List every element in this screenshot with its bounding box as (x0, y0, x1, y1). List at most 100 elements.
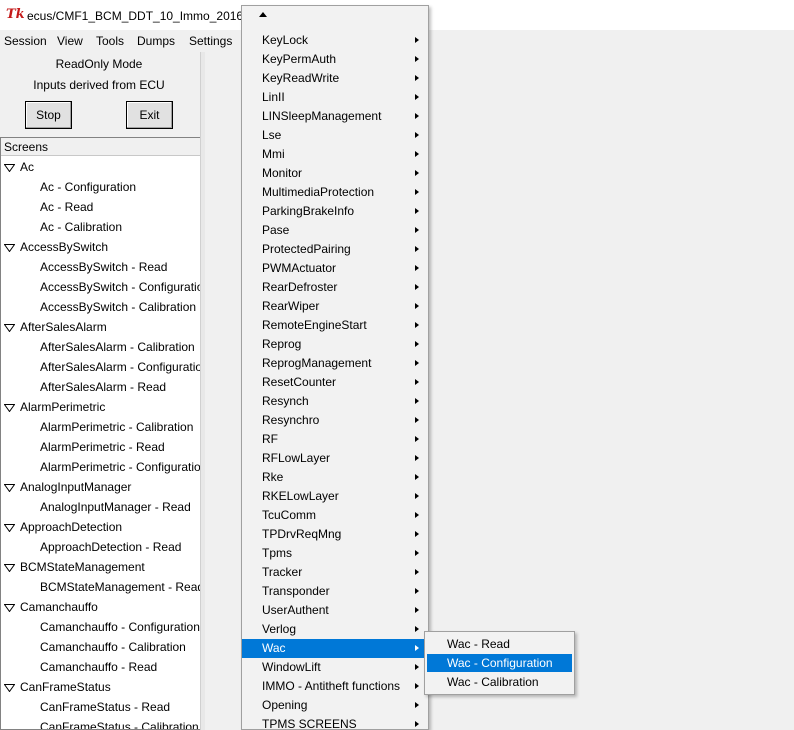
menu-dumps[interactable]: Dumps (137, 34, 175, 48)
menu-item-label: UserAuthent (262, 603, 329, 617)
scroll-up-icon[interactable] (259, 12, 267, 17)
menu-item[interactable]: Resynch (242, 392, 428, 411)
tree-item[interactable]: ApproachDetection - Read (40, 537, 181, 557)
tree-group-label: AlarmPerimetric (20, 400, 106, 414)
tree-group[interactable]: CanFrameStatus (1, 677, 200, 697)
screens-tree[interactable]: Screens Ac Ac - Configuration Ac - Read Ac … (0, 137, 201, 730)
tree-item[interactable]: AfterSalesAlarm - Calibration (40, 337, 195, 357)
tree-group[interactable]: BCMStateManagement (1, 557, 200, 577)
tree-item[interactable]: AfterSalesAlarm - Configuratio (40, 357, 200, 377)
tree-item[interactable]: AlarmPerimetric - Configuratio (40, 457, 200, 477)
menu-item[interactable]: KeyLock (242, 31, 428, 50)
menu-item-label: Wac (262, 641, 286, 655)
menu-item[interactable]: PWMActuator (242, 259, 428, 278)
menu-item[interactable]: Mmi (242, 145, 428, 164)
menu-item[interactable]: RearWiper (242, 297, 428, 316)
menu-item[interactable]: Rke (242, 468, 428, 487)
menu-item[interactable]: WindowLift (242, 658, 428, 677)
tree-item[interactable]: BCMStateManagement - Read (40, 577, 200, 597)
submenu-item[interactable]: Wac - Read (427, 635, 572, 653)
menu-item[interactable]: MultimediaProtection (242, 183, 428, 202)
expand-triangle-icon[interactable] (4, 684, 15, 692)
tree-group[interactable]: AfterSalesAlarm (1, 317, 200, 337)
submenu-arrow-icon (415, 398, 419, 404)
menu-item[interactable]: ReprogManagement (242, 354, 428, 373)
menu-item[interactable]: LINSleepManagement (242, 107, 428, 126)
expand-triangle-icon[interactable] (4, 524, 15, 532)
menu-item[interactable]: ParkingBrakeInfo (242, 202, 428, 221)
expand-triangle-icon[interactable] (4, 404, 15, 412)
expand-triangle-icon[interactable] (4, 484, 15, 492)
menu-item[interactable]: ProtectedPairing (242, 240, 428, 259)
tree-item[interactable]: CanFrameStatus - Calibration (40, 717, 199, 729)
tree-item[interactable]: AnalogInputManager - Read (40, 497, 191, 517)
tree-group[interactable]: Camanchauffo (1, 597, 200, 617)
menu-item[interactable]: TPDrvReqMng (242, 525, 428, 544)
menu-item[interactable]: Monitor (242, 164, 428, 183)
tree-item[interactable]: AccessBySwitch - Configuratio (40, 277, 200, 297)
menu-item-label: MultimediaProtection (262, 185, 375, 199)
tree-item[interactable]: Camanchauffo - Configuration (40, 617, 200, 637)
tree-group-label: BCMStateManagement (20, 560, 145, 574)
menu-item[interactable]: IMMO - Antitheft functions (242, 677, 428, 696)
menu-item[interactable]: Lse (242, 126, 428, 145)
menu-item[interactable]: KeyReadWrite (242, 69, 428, 88)
menu-tools[interactable]: Tools (96, 34, 124, 48)
menu-settings[interactable]: Settings (189, 34, 232, 48)
tree-item[interactable]: AlarmPerimetric - Calibration (40, 417, 193, 437)
menu-item[interactable]: ResetCounter (242, 373, 428, 392)
tree-item[interactable]: Ac - Configuration (40, 177, 136, 197)
menu-item-label: Lse (262, 128, 282, 142)
expand-triangle-icon[interactable] (4, 564, 15, 572)
tree-item[interactable]: Camanchauffo - Read (40, 657, 157, 677)
tree-item[interactable]: AlarmPerimetric - Read (40, 437, 165, 457)
tree-item[interactable]: AfterSalesAlarm - Read (40, 377, 166, 397)
tree-group[interactable]: ApproachDetection (1, 517, 200, 537)
menu-item[interactable]: Wac (242, 639, 428, 658)
menu-item[interactable]: Transponder (242, 582, 428, 601)
tree-item[interactable]: Ac - Calibration (40, 217, 122, 237)
menu-item[interactable]: RFLowLayer (242, 449, 428, 468)
menu-item[interactable]: RemoteEngineStart (242, 316, 428, 335)
menu-item[interactable]: Resynchro (242, 411, 428, 430)
menu-item-label: Tracker (262, 565, 303, 579)
tree-item[interactable]: AccessBySwitch - Read (40, 257, 167, 277)
submenu-arrow-icon (415, 341, 419, 347)
menu-item[interactable]: Tracker (242, 563, 428, 582)
menu-item-label: LinII (262, 90, 285, 104)
submenu-arrow-icon (415, 531, 419, 537)
tree-group-label: CanFrameStatus (20, 680, 111, 694)
menu-item[interactable]: Tpms (242, 544, 428, 563)
tree-item[interactable]: Ac - Read (40, 197, 93, 217)
menu-item[interactable]: RearDefroster (242, 278, 428, 297)
tree-group[interactable]: AccessBySwitch (1, 237, 200, 257)
menu-item[interactable]: Pase (242, 221, 428, 240)
submenu-arrow-icon (415, 75, 419, 81)
expand-triangle-icon[interactable] (4, 324, 15, 332)
submenu-item[interactable]: Wac - Configuration (427, 654, 572, 672)
menu-item[interactable]: LinII (242, 88, 428, 107)
tree-group[interactable]: AlarmPerimetric (1, 397, 200, 417)
menu-view[interactable]: View (57, 34, 83, 48)
expand-triangle-icon[interactable] (4, 604, 15, 612)
menu-item[interactable]: Reprog (242, 335, 428, 354)
tree-item[interactable]: CanFrameStatus - Read (40, 697, 170, 717)
tree-item[interactable]: AccessBySwitch - Calibration (40, 297, 196, 317)
submenu-item[interactable]: Wac - Calibration (427, 673, 572, 691)
menu-item[interactable]: TcuComm (242, 506, 428, 525)
menu-item[interactable]: Verlog (242, 620, 428, 639)
menu-item[interactable]: Opening (242, 696, 428, 715)
menu-item[interactable]: RF (242, 430, 428, 449)
tree-item[interactable]: Camanchauffo - Calibration (40, 637, 186, 657)
expand-triangle-icon[interactable] (4, 164, 15, 172)
menu-item[interactable]: TPMS SCREENS (242, 715, 428, 730)
menu-item[interactable]: KeyPermAuth (242, 50, 428, 69)
expand-triangle-icon[interactable] (4, 244, 15, 252)
tree-group[interactable]: AnalogInputManager (1, 477, 200, 497)
stop-button[interactable]: Stop (25, 101, 72, 129)
tree-group[interactable]: Ac (1, 157, 200, 177)
menu-item[interactable]: UserAuthent (242, 601, 428, 620)
menu-item[interactable]: RKELowLayer (242, 487, 428, 506)
menu-session[interactable]: Session (4, 34, 47, 48)
exit-button[interactable]: Exit (126, 101, 173, 129)
